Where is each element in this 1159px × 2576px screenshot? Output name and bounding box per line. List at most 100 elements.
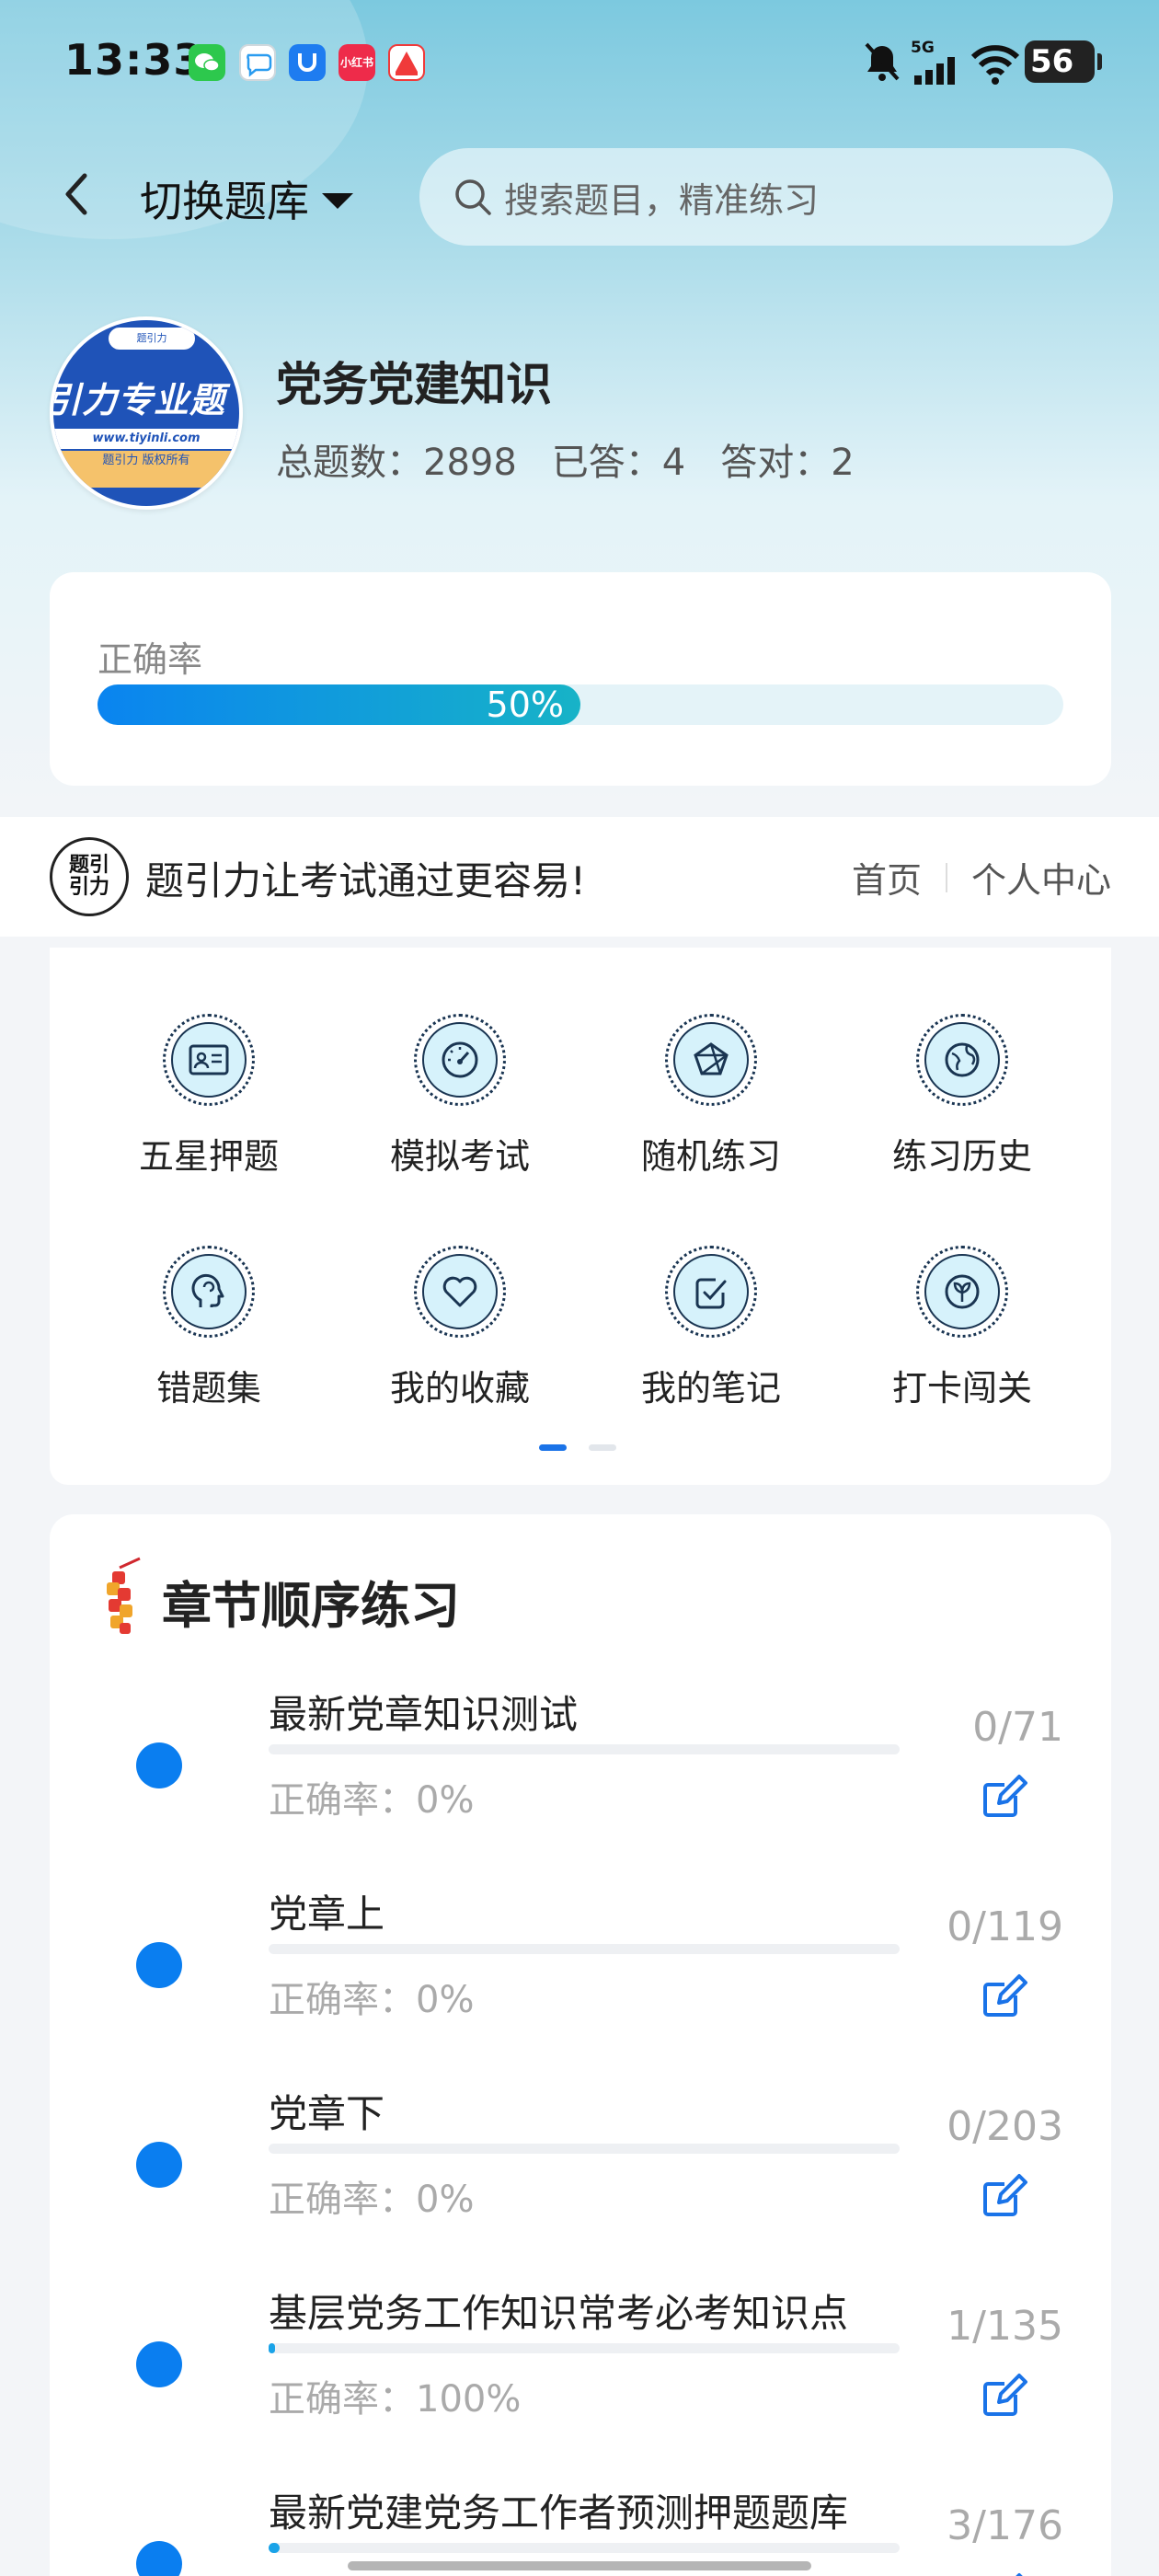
edit-icon[interactable] bbox=[979, 2168, 1034, 2223]
chapter-bullet bbox=[136, 2541, 182, 2576]
chapter-accuracy: 正确率：0% bbox=[269, 1779, 475, 1822]
chapter-practice-card: 章节顺序练习 最新党章知识测试 正确率：0% 0/71 党章上 正确率：0% 0… bbox=[50, 1514, 1111, 2576]
chapter-bullet bbox=[136, 2142, 182, 2188]
id-card-icon bbox=[189, 1044, 229, 1075]
page-indicator bbox=[539, 1444, 616, 1451]
chapter-bullet bbox=[136, 1742, 182, 1788]
status-bar: 13:33 小红书 5G 56 bbox=[0, 0, 1159, 120]
checkbox-icon bbox=[695, 1278, 727, 1309]
battery-indicator: 56 bbox=[1025, 40, 1102, 83]
status-time: 13:33 bbox=[64, 35, 204, 85]
search-placeholder: 搜索题目，精准练习 bbox=[504, 179, 820, 221]
chapter-item[interactable]: 最新党章知识测试 正确率：0% 0/71 bbox=[50, 1674, 1111, 1875]
edit-icon[interactable] bbox=[979, 1768, 1034, 1823]
heart-icon bbox=[442, 1276, 477, 1307]
accuracy-label: 正确率 bbox=[98, 639, 203, 680]
edit-icon[interactable] bbox=[979, 1968, 1034, 2023]
edit-icon[interactable] bbox=[979, 2567, 1034, 2576]
stat-answered: 已答：4 bbox=[551, 442, 686, 484]
caret-down-icon bbox=[322, 192, 353, 209]
accuracy-card: 正确率 50% bbox=[50, 572, 1111, 786]
accuracy-value: 50% bbox=[486, 684, 564, 725]
page-dot bbox=[589, 1444, 616, 1451]
globe-icon bbox=[945, 1042, 980, 1077]
accuracy-progress-bar: 50% bbox=[98, 684, 1063, 725]
bell-muted-icon bbox=[865, 42, 900, 81]
feature-five-star[interactable]: 五星押题 bbox=[85, 972, 333, 1183]
switch-bank-label: 切换题库 bbox=[140, 177, 309, 226]
bank-info: 题引力 引力专业题 www.tiyinli.com 题引力 版权所有 党务党建知… bbox=[50, 313, 1117, 524]
network-icon bbox=[694, 1042, 729, 1075]
feature-label: 模拟考试 bbox=[389, 1136, 530, 1177]
feature-label: 我的笔记 bbox=[640, 1368, 781, 1409]
xiaohongshu-icon: 小红书 bbox=[339, 44, 375, 81]
back-arrow-icon[interactable] bbox=[50, 167, 105, 222]
chapter-progress-bar bbox=[269, 1744, 900, 1754]
leaf-badge-icon bbox=[945, 1274, 980, 1309]
bank-logo: 题引力 引力专业题 www.tiyinli.com 题引力 版权所有 bbox=[50, 316, 243, 510]
chapter-count: 1/135 bbox=[947, 2303, 1063, 2350]
profile-link[interactable]: 个人中心 bbox=[971, 852, 1111, 903]
top-nav: 切换题库 搜索题目，精准练习 bbox=[0, 143, 1159, 248]
chapter-count: 0/71 bbox=[972, 1704, 1063, 1751]
chapter-name: 最新党章知识测试 bbox=[269, 1692, 579, 1737]
search-icon bbox=[455, 179, 491, 215]
accuracy-progress-fill: 50% bbox=[98, 684, 580, 725]
brand-logo: 题引 引力 bbox=[50, 837, 129, 916]
feature-grid: 五星押题 模拟考试 随机练习 练习历史 错题集 我的收藏 我的笔记 打卡闯关 bbox=[50, 948, 1111, 1485]
chapter-header: 章节顺序练习 bbox=[96, 1555, 460, 1647]
chapter-section-title: 章节顺序练习 bbox=[162, 1576, 460, 1635]
chapter-name: 党章上 bbox=[269, 1892, 385, 1937]
feature-label: 练习历史 bbox=[891, 1136, 1032, 1177]
banner-links: 首页 个人中心 bbox=[852, 852, 1111, 903]
shield-app-icon bbox=[289, 44, 326, 81]
chapter-item[interactable]: 党章下 正确率：0% 0/203 bbox=[50, 2074, 1111, 2274]
chapter-item[interactable]: 基层党务工作知识常考必考知识点 正确率：100% 1/135 bbox=[50, 2273, 1111, 2474]
feature-wrong-answers[interactable]: 错题集 bbox=[85, 1203, 333, 1415]
feature-mock-exam[interactable]: 模拟考试 bbox=[336, 972, 584, 1183]
feature-random-practice[interactable]: 随机练习 bbox=[587, 972, 835, 1183]
chapter-name: 基层党务工作知识常考必考知识点 bbox=[269, 2291, 849, 2336]
feature-label: 我的收藏 bbox=[389, 1368, 530, 1409]
chapter-count: 3/176 bbox=[947, 2502, 1063, 2549]
chapter-accuracy: 正确率：100% bbox=[269, 2378, 522, 2421]
home-link[interactable]: 首页 bbox=[852, 852, 922, 903]
chapter-progress-bar bbox=[269, 2343, 900, 2353]
chapter-name: 党章下 bbox=[269, 2091, 385, 2136]
firecracker-icon bbox=[107, 1557, 141, 1634]
wechat-icon bbox=[189, 44, 225, 81]
chapter-count: 0/119 bbox=[947, 1903, 1063, 1950]
chapter-progress-bar bbox=[269, 2543, 900, 2553]
bank-title: 党务党建知识 bbox=[276, 358, 552, 411]
chapter-count: 0/203 bbox=[947, 2103, 1063, 2150]
page-dot-active bbox=[539, 1444, 567, 1451]
edit-icon[interactable] bbox=[979, 2367, 1034, 2422]
chapter-progress-bar bbox=[269, 2144, 900, 2154]
head-brain-icon bbox=[191, 1273, 224, 1307]
chapter-accuracy: 正确率：0% bbox=[269, 1979, 475, 2021]
bank-stats: 总题数：2898 已答：4 答对：2 bbox=[276, 432, 855, 486]
brand-banner: 题引 引力 题引力让考试通过更容易! 首页 个人中心 bbox=[0, 817, 1159, 937]
feature-label: 打卡闯关 bbox=[891, 1368, 1032, 1409]
chapter-bullet bbox=[136, 1942, 182, 1988]
cellular-signal-icon: 5G bbox=[911, 37, 962, 88]
link-divider bbox=[945, 862, 947, 892]
study-app-icon bbox=[388, 44, 425, 81]
feature-label: 五星押题 bbox=[138, 1136, 279, 1177]
feature-label: 错题集 bbox=[155, 1368, 261, 1409]
home-indicator[interactable] bbox=[348, 2561, 811, 2570]
speedometer-icon bbox=[442, 1041, 478, 1078]
chapter-progress-bar bbox=[269, 1944, 900, 1954]
chapter-accuracy: 正确率：0% bbox=[269, 2179, 475, 2221]
stat-total: 总题数：2898 bbox=[276, 442, 517, 484]
chapter-progress-fill bbox=[269, 2543, 280, 2553]
chapter-progress-fill bbox=[269, 2343, 275, 2353]
switch-bank-dropdown[interactable]: 切换题库 bbox=[140, 168, 353, 229]
feature-checkin[interactable]: 打卡闯关 bbox=[838, 1203, 1086, 1415]
search-input[interactable]: 搜索题目，精准练习 bbox=[419, 148, 1113, 246]
chapter-item[interactable]: 党章上 正确率：0% 0/119 bbox=[50, 1874, 1111, 2075]
feature-label: 随机练习 bbox=[640, 1136, 781, 1177]
feature-favorites[interactable]: 我的收藏 bbox=[336, 1203, 584, 1415]
feature-history[interactable]: 练习历史 bbox=[838, 972, 1086, 1183]
feature-notes[interactable]: 我的笔记 bbox=[587, 1203, 835, 1415]
